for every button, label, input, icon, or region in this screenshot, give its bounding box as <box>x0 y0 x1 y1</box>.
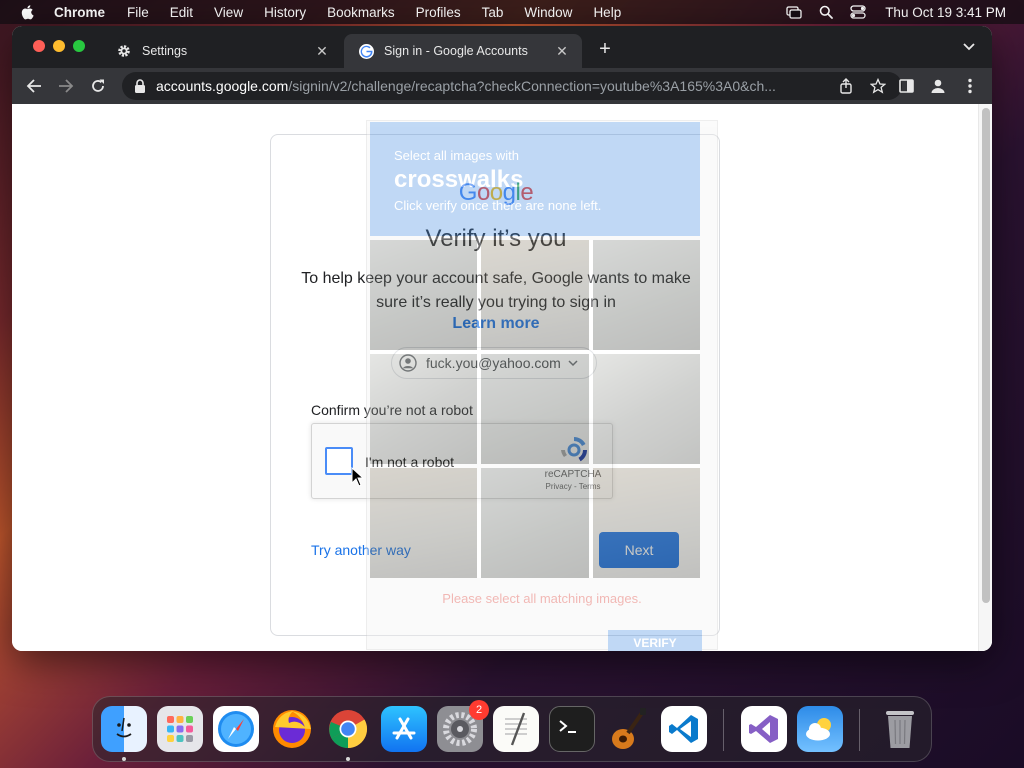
menu-view[interactable]: View <box>214 5 243 20</box>
scrollbar-thumb[interactable] <box>982 108 990 603</box>
challenge-tile[interactable] <box>481 468 589 578</box>
challenge-instruction: Select all images with <box>394 148 519 163</box>
control-center-icon[interactable] <box>849 4 867 20</box>
weather-icon[interactable] <box>797 706 843 752</box>
menu-profiles[interactable]: Profiles <box>416 5 461 20</box>
menu-history[interactable]: History <box>264 5 306 20</box>
minimize-window-button[interactable] <box>53 40 65 52</box>
challenge-tile[interactable] <box>370 354 478 464</box>
challenge-tile[interactable] <box>592 354 700 464</box>
chrome-running-indicator <box>346 757 350 761</box>
page-content: Google Verify it’s you To help keep your… <box>12 104 992 651</box>
challenge-error: Please select all matching images. <box>442 591 642 606</box>
visual-studio-code-icon[interactable] <box>661 706 707 752</box>
side-panel-icon[interactable] <box>896 76 916 96</box>
garageband-icon[interactable] <box>605 706 651 752</box>
google-icon <box>358 43 374 59</box>
challenge-verify-button[interactable]: VERIFY <box>608 630 702 651</box>
challenge-tile[interactable] <box>370 468 478 578</box>
share-icon[interactable] <box>838 78 854 94</box>
menu-help[interactable]: Help <box>593 5 621 20</box>
url-path: /signin/v2/challenge/recaptcha?checkConn… <box>288 78 776 94</box>
tab-settings[interactable]: Settings ✕ <box>102 34 342 68</box>
textedit-icon[interactable] <box>493 706 539 752</box>
address-bar[interactable]: accounts.google.com /signin/v2/challenge… <box>122 72 902 100</box>
tab-title: Settings <box>142 44 188 58</box>
safari-icon[interactable] <box>213 706 259 752</box>
visual-studio-icon[interactable] <box>741 706 787 752</box>
menu-app-name[interactable]: Chrome <box>54 5 105 20</box>
dock-separator <box>723 709 724 751</box>
challenge-image-grid <box>370 240 700 578</box>
trash-icon[interactable] <box>877 706 923 752</box>
screen-mirroring-icon[interactable] <box>785 4 803 20</box>
reload-icon[interactable] <box>88 76 108 96</box>
menu-tab[interactable]: Tab <box>482 5 504 20</box>
dock-separator <box>859 709 860 751</box>
finder-icon[interactable] <box>101 706 147 752</box>
challenge-tile[interactable] <box>592 468 700 578</box>
menu-bar: Chrome File Edit View History Bookmarks … <box>0 0 1024 24</box>
new-tab-button[interactable]: + <box>596 39 614 59</box>
more-menu-icon[interactable] <box>960 76 980 96</box>
menu-window[interactable]: Window <box>524 5 572 20</box>
recaptcha-image-challenge: Select all images with crosswalks Click … <box>366 120 718 651</box>
apple-logo-icon[interactable] <box>20 4 36 20</box>
tab-search-chevron-icon[interactable] <box>962 42 976 52</box>
not-a-robot-checkbox[interactable] <box>325 447 353 475</box>
challenge-hint: Click verify once there are none left. <box>394 198 602 213</box>
forward-arrow-icon[interactable] <box>56 76 76 96</box>
challenge-target: crosswalks <box>394 166 524 193</box>
page-scrollbar[interactable] <box>978 104 992 651</box>
close-tab-icon[interactable]: ✕ <box>554 43 570 59</box>
lock-icon[interactable] <box>134 79 146 93</box>
zoom-window-button[interactable] <box>73 40 85 52</box>
spotlight-search-icon[interactable] <box>817 4 835 20</box>
gear-icon <box>116 43 132 59</box>
browser-toolbar: accounts.google.com /signin/v2/challenge… <box>12 68 992 104</box>
menu-bar-clock[interactable]: Thu Oct 19 3:41 PM <box>885 5 1006 20</box>
back-arrow-icon[interactable] <box>24 76 44 96</box>
firefox-icon[interactable] <box>269 706 315 752</box>
chrome-icon[interactable] <box>325 706 371 752</box>
challenge-tile[interactable] <box>481 240 589 350</box>
profile-icon[interactable] <box>928 76 948 96</box>
tab-strip: Settings ✕ Sign in - Google Accounts ✕ + <box>12 26 992 68</box>
challenge-header: Select all images with crosswalks Click … <box>370 122 700 236</box>
tab-google-signin[interactable]: Sign in - Google Accounts ✕ <box>344 34 582 68</box>
tab-title: Sign in - Google Accounts <box>384 44 528 58</box>
app-store-icon[interactable] <box>381 706 427 752</box>
url-domain: accounts.google.com <box>156 78 289 94</box>
challenge-tile[interactable] <box>370 240 478 350</box>
bookmark-star-icon[interactable] <box>870 78 886 94</box>
challenge-tile[interactable] <box>481 354 589 464</box>
mouse-pointer-icon <box>351 467 365 487</box>
system-settings-icon[interactable]: 2 <box>437 700 489 752</box>
browser-window: Settings ✕ Sign in - Google Accounts ✕ + <box>12 26 992 651</box>
close-window-button[interactable] <box>33 40 45 52</box>
challenge-tile[interactable] <box>592 240 700 350</box>
launchpad-icon[interactable] <box>157 706 203 752</box>
menu-file[interactable]: File <box>127 5 149 20</box>
close-tab-icon[interactable]: ✕ <box>314 43 330 59</box>
terminal-icon[interactable] <box>549 706 595 752</box>
menu-edit[interactable]: Edit <box>170 5 193 20</box>
dock: 2 <box>92 696 932 762</box>
finder-running-indicator <box>122 757 126 761</box>
notification-badge: 2 <box>469 700 489 720</box>
menu-bookmarks[interactable]: Bookmarks <box>327 5 395 20</box>
